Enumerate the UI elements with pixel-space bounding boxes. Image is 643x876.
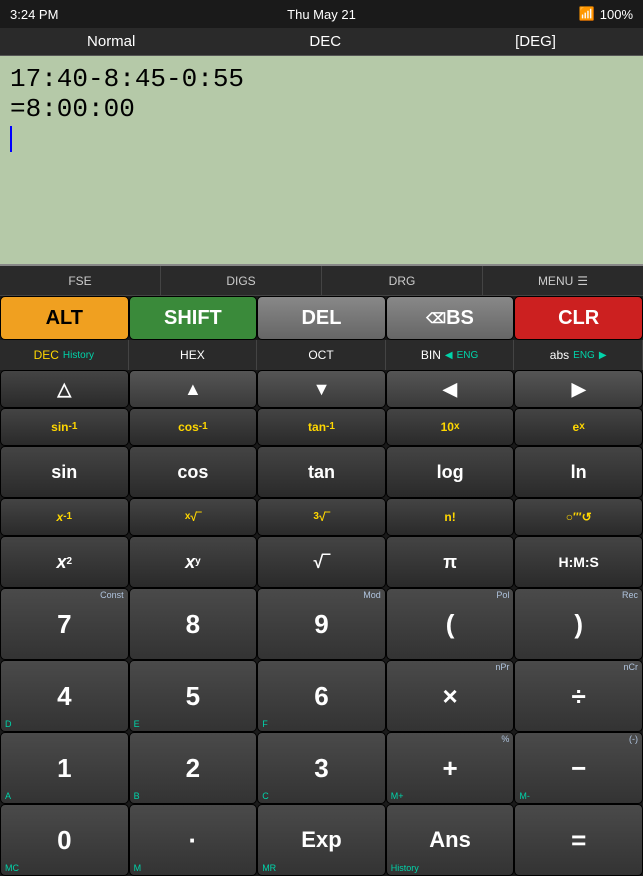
btn-4[interactable]: D4: [0, 660, 129, 732]
ctrl-row: ALT SHIFT DEL ⌫ BS CLR: [0, 296, 643, 340]
mode-bar: Normal DEC [DEG]: [0, 28, 643, 56]
num-row-123: A1 B2 C3 %+ M+ (-)− M-: [0, 732, 643, 804]
trig-inverse-labels: sin-1 cos-1 tan-1 10x ex: [0, 408, 643, 446]
hex-mode[interactable]: HEX: [129, 340, 258, 370]
status-day: Thu May 21: [287, 7, 356, 22]
up-button[interactable]: ▲: [129, 370, 258, 408]
tan-button[interactable]: tan: [257, 446, 386, 498]
btn-dot[interactable]: M·: [129, 804, 258, 876]
num-row-456: D4 E5 F6 nPr× nCr÷: [0, 660, 643, 732]
btn-divide[interactable]: nCr÷: [514, 660, 643, 732]
tan-inv-label: tan-1: [257, 408, 386, 446]
sqrt-button[interactable]: √‾: [257, 536, 386, 588]
log-button[interactable]: log: [386, 446, 515, 498]
pi-button[interactable]: π: [386, 536, 515, 588]
oct-mode[interactable]: OCT: [257, 340, 386, 370]
clr-button[interactable]: CLR: [514, 296, 643, 340]
up-outline-button[interactable]: △: [0, 370, 129, 408]
sin-inv-label: sin-1: [0, 408, 129, 446]
battery-text: 100%: [600, 7, 633, 22]
cube-root-label: 3√‾: [257, 498, 386, 536]
hms-button[interactable]: H:M:S: [514, 536, 643, 588]
btn-6[interactable]: F6: [257, 660, 386, 732]
x-root-label: x√‾: [129, 498, 258, 536]
function-row: FSE DIGS DRG MENU ☰: [0, 266, 643, 296]
dec-mode[interactable]: DEC History: [0, 340, 129, 370]
trig-row: sin cos tan log ln: [0, 446, 643, 498]
fse-button[interactable]: FSE: [0, 266, 161, 295]
btn-7[interactable]: Const7: [0, 588, 129, 660]
drg-button[interactable]: DRG: [322, 266, 483, 295]
display-line1: 17:40-8:45-0:55: [10, 64, 633, 94]
num-row-0: MC0 M· MRExp HistoryAns =: [0, 804, 643, 876]
wifi-icon: 📶: [579, 6, 595, 22]
mode-row: DEC History HEX OCT BIN ◀ ENG abs ENG ▶: [0, 340, 643, 370]
factorial-label: n!: [386, 498, 515, 536]
x-inv-label: x-1: [0, 498, 129, 536]
calculator-area: FSE DIGS DRG MENU ☰ ALT SHIFT DEL ⌫ BS C…: [0, 266, 643, 876]
xy-button[interactable]: xy: [129, 536, 258, 588]
dms-label: ○′″↺: [514, 498, 643, 536]
alt-button[interactable]: ALT: [0, 296, 129, 340]
e-x-label: ex: [514, 408, 643, 446]
cos-inv-label: cos-1: [129, 408, 258, 446]
btn-multiply[interactable]: nPr×: [386, 660, 515, 732]
btn-5[interactable]: E5: [129, 660, 258, 732]
arrow-row: △ ▲ ▼ ◀ ▶: [0, 370, 643, 408]
status-time: 3:24 PM: [10, 7, 58, 22]
sin-button[interactable]: sin: [0, 446, 129, 498]
calculator-display: 17:40-8:45-0:55 =8:00:00: [0, 56, 643, 266]
btn-equals[interactable]: =: [514, 804, 643, 876]
cos-button[interactable]: cos: [129, 446, 258, 498]
mode-deg[interactable]: [DEG]: [515, 33, 556, 50]
btn-rparen[interactable]: Rec): [514, 588, 643, 660]
del-button[interactable]: DEL: [257, 296, 386, 340]
btn-minus[interactable]: (-)− M-: [514, 732, 643, 804]
bs-button[interactable]: ⌫ BS: [386, 296, 515, 340]
power-row: x2 xy √‾ π H:M:S: [0, 536, 643, 588]
btn-lparen[interactable]: Pol(: [386, 588, 515, 660]
left-button[interactable]: ◀: [386, 370, 515, 408]
digs-button[interactable]: DIGS: [161, 266, 322, 295]
shift-button[interactable]: SHIFT: [129, 296, 258, 340]
btn-1[interactable]: A1: [0, 732, 129, 804]
btn-ans[interactable]: HistoryAns: [386, 804, 515, 876]
x2-button[interactable]: x2: [0, 536, 129, 588]
btn-exp[interactable]: MRExp: [257, 804, 386, 876]
btn-2[interactable]: B2: [129, 732, 258, 804]
power-top-labels: x-1 x√‾ 3√‾ n! ○′″↺: [0, 498, 643, 536]
status-bar: 3:24 PM Thu May 21 📶 100%: [0, 0, 643, 28]
right-button[interactable]: ▶: [514, 370, 643, 408]
btn-9[interactable]: Mod9: [257, 588, 386, 660]
ten-x-label: 10x: [386, 408, 515, 446]
ln-button[interactable]: ln: [514, 446, 643, 498]
menu-button[interactable]: MENU ☰: [483, 266, 643, 295]
display-line2: =8:00:00: [10, 94, 633, 124]
cursor: [10, 126, 12, 152]
btn-0[interactable]: MC0: [0, 804, 129, 876]
mode-dec[interactable]: DEC: [309, 33, 341, 50]
bin-mode[interactable]: BIN ◀ ENG: [386, 340, 515, 370]
down-button[interactable]: ▼: [257, 370, 386, 408]
mode-normal[interactable]: Normal: [87, 33, 135, 50]
num-row-789: Const7 8 Mod9 Pol( Rec): [0, 588, 643, 660]
btn-3[interactable]: C3: [257, 732, 386, 804]
btn-plus[interactable]: %+ M+: [386, 732, 515, 804]
abs-mode[interactable]: abs ENG ▶: [514, 340, 643, 370]
btn-8[interactable]: 8: [129, 588, 258, 660]
